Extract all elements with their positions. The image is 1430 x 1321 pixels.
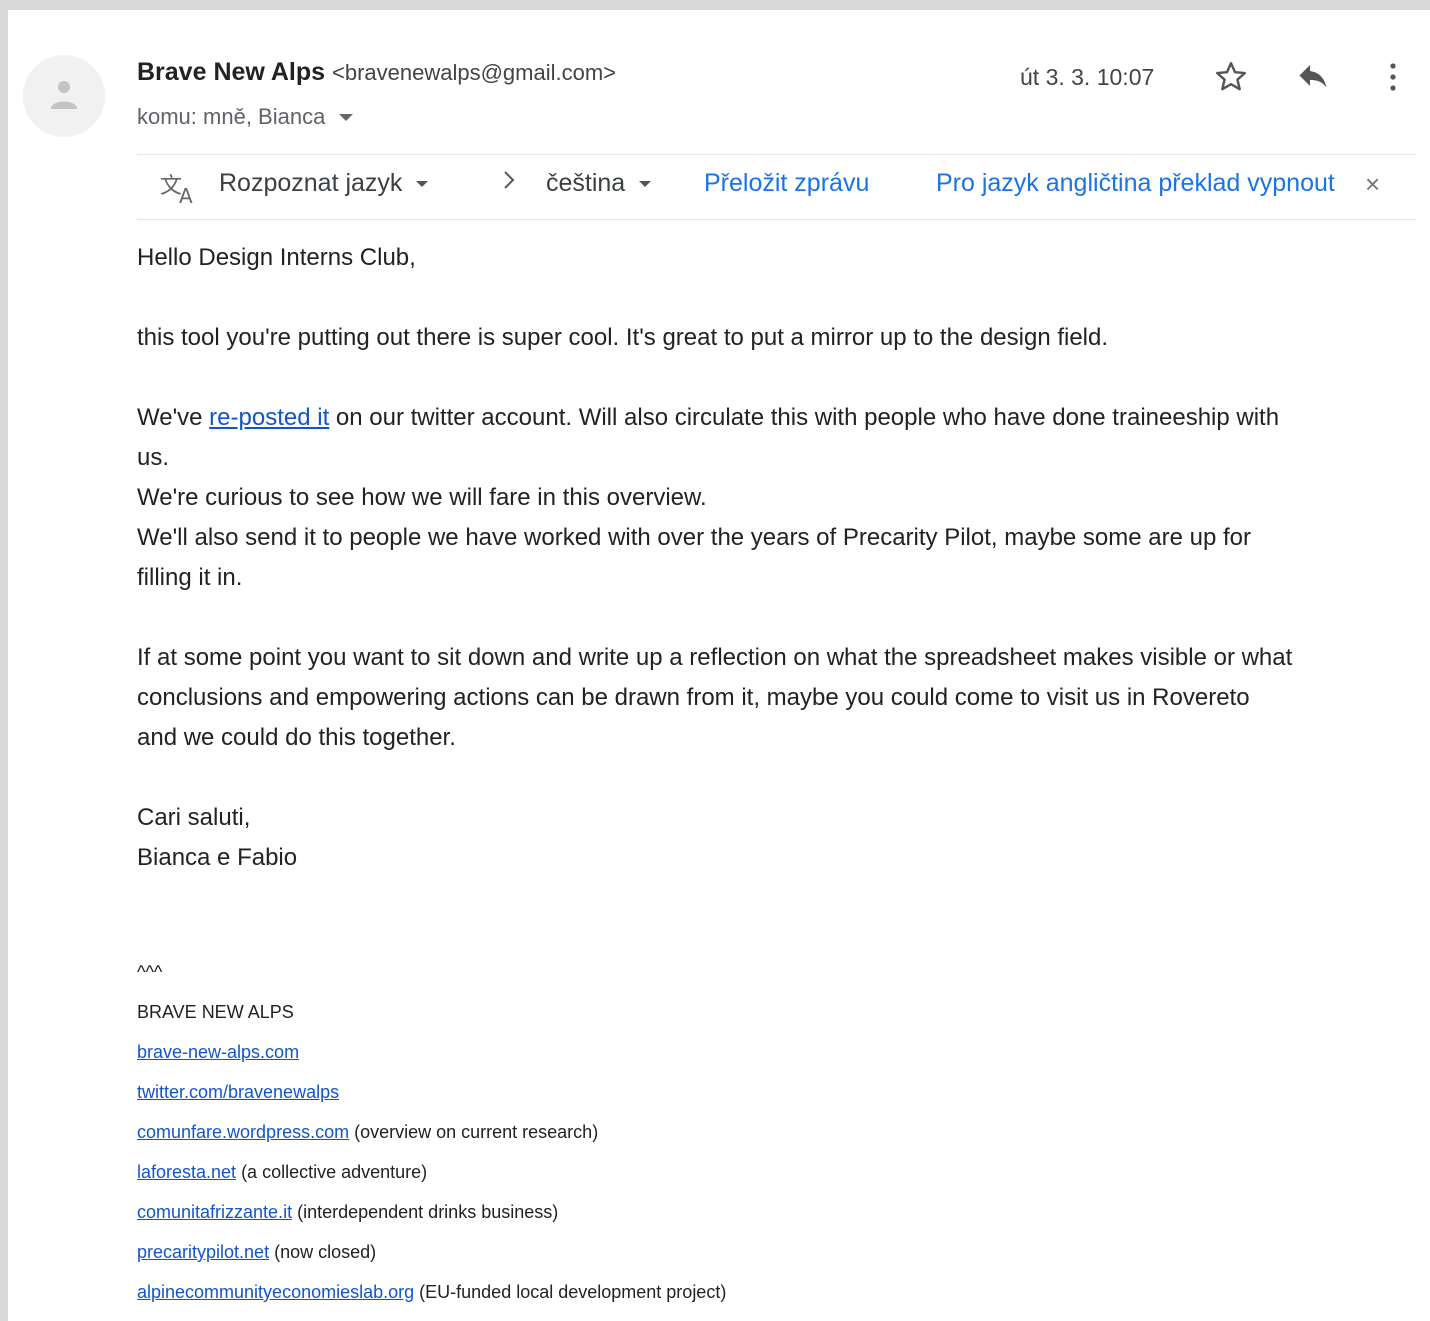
translate-message-link[interactable]: Přeložit zprávu: [704, 169, 869, 198]
signature-link-note: (now closed): [269, 1242, 377, 1262]
chevron-right-icon: [502, 169, 516, 191]
svg-text:A: A: [179, 184, 193, 205]
signature-link[interactable]: brave-new-alps.com: [137, 1042, 299, 1062]
email-message: Brave New Alps <bravenewalps@gmail.com> …: [8, 10, 1430, 1321]
sender-line: Brave New Alps <bravenewalps@gmail.com>: [137, 58, 616, 87]
paragraph-2-line-2: us.: [137, 444, 170, 471]
signature-link[interactable]: comunitafrizzante.it: [137, 1202, 292, 1222]
paragraph-5-line-3: and we could do this together.: [137, 724, 456, 751]
message-date: út 3. 3. 10:07: [1020, 64, 1155, 90]
disable-translation-link[interactable]: Pro jazyk angličtina překlad vypnout: [936, 169, 1335, 198]
message-body: Hello Design Interns Club, this tool you…: [137, 238, 1422, 878]
signature-link-note: (a collective adventure): [236, 1162, 428, 1182]
paragraph-4-line-2: filling it in.: [137, 564, 243, 591]
signature-link-row: precaritypilot.net (now closed): [137, 1232, 726, 1272]
star-button[interactable]: [1211, 57, 1251, 97]
paragraph-1: this tool you're putting out there is su…: [137, 324, 1109, 351]
signature-link[interactable]: precaritypilot.net: [137, 1242, 269, 1262]
recipients-label: komu: mně, Bianca: [137, 104, 326, 129]
star-icon: [1216, 62, 1246, 91]
signature-link[interactable]: comunfare.wordpress.com: [137, 1122, 349, 1142]
signoff-names: Bianca e Fabio: [137, 844, 298, 871]
signature-link[interactable]: laforesta.net: [137, 1162, 236, 1182]
more-vert-icon: [1390, 63, 1396, 91]
signature-link-note: (interdependent drinks business): [292, 1202, 559, 1222]
reposted-link[interactable]: re-posted it: [209, 404, 329, 431]
caret-down-icon: [416, 180, 429, 187]
sender-name[interactable]: Brave New Alps: [137, 58, 325, 86]
closing: Cari saluti,: [137, 804, 251, 831]
recipients-dropdown[interactable]: komu: mně, Bianca: [137, 104, 354, 130]
paragraph-2-start: We've: [137, 404, 210, 431]
caret-down-icon: [639, 180, 652, 187]
translate-icon-wrap: 文 A: [160, 171, 198, 205]
translate-icon: 文 A: [160, 174, 193, 205]
signature-link-note: (EU-funded local development project): [414, 1282, 727, 1302]
signature-link-row: twitter.com/bravenewalps: [137, 1072, 726, 1112]
detect-language-label: Rozpoznat jazyk: [219, 169, 403, 197]
signature-link-note: (overview on current research): [349, 1122, 599, 1142]
paragraph-5-line-2: conclusions and empowering actions can b…: [137, 684, 1250, 711]
paragraph-4-line-1: We'll also send it to people we have wor…: [137, 524, 1252, 551]
detect-language-dropdown[interactable]: Rozpoznat jazyk: [219, 169, 429, 198]
signature-link-row: comunfare.wordpress.com (overview on cur…: [137, 1112, 726, 1152]
paragraph-2: We've re-posted it on our twitter accoun…: [137, 398, 1422, 438]
signature-link[interactable]: alpinecommunityeconomieslab.org: [137, 1282, 414, 1302]
paragraph-5-line-1: If at some point you want to sit down an…: [137, 644, 1293, 671]
sender-email: <bravenewalps@gmail.com>: [332, 60, 617, 85]
signature-link-row: comunitafrizzante.it (interdependent dri…: [137, 1192, 726, 1232]
target-language-label: čeština: [546, 169, 626, 197]
signature-link[interactable]: twitter.com/bravenewalps: [137, 1082, 339, 1102]
signature-mark: ^^^: [137, 962, 163, 982]
paragraph-3: We're curious to see how we will fare in…: [137, 484, 707, 511]
signature-org: BRAVE NEW ALPS: [137, 1002, 294, 1022]
translate-bar: 文 A Rozpoznat jazyk čeština Přeložit zpr…: [137, 154, 1416, 220]
paragraph-2-rest: on our twitter account. Will also circul…: [329, 404, 1280, 431]
greeting: Hello Design Interns Club,: [137, 244, 416, 271]
more-options-button[interactable]: [1373, 57, 1413, 97]
reply-button[interactable]: [1293, 57, 1333, 97]
target-language-dropdown[interactable]: čeština: [546, 169, 652, 198]
signature-link-row: laforesta.net (a collective adventure): [137, 1152, 726, 1192]
signature-link-row: alpinecommunityeconomieslab.org (EU-fund…: [137, 1272, 726, 1312]
caret-down-icon: [339, 113, 354, 121]
signature: ^^^ BRAVE NEW ALPS brave-new-alps.com tw…: [137, 952, 726, 1312]
person-icon: [51, 81, 77, 109]
reply-icon: [1299, 65, 1327, 88]
signature-link-row: brave-new-alps.com: [137, 1032, 726, 1072]
sender-avatar[interactable]: [23, 55, 105, 137]
close-icon[interactable]: ×: [1365, 169, 1380, 200]
